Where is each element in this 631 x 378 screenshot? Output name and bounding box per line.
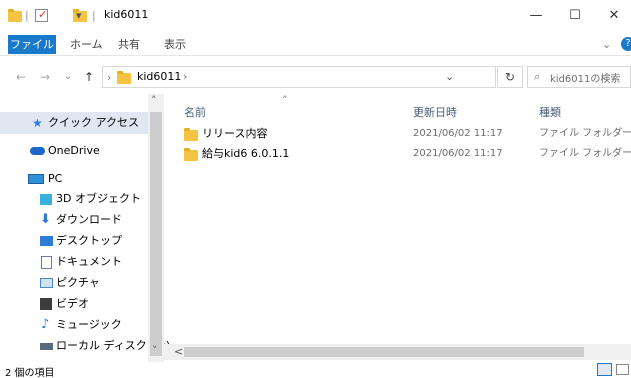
properties-icon[interactable]: ✓ (35, 8, 48, 22)
pictures-icon (40, 278, 53, 288)
download-icon: ⬇ (40, 212, 51, 227)
column-date-header[interactable]: 更新日時 (413, 104, 457, 120)
address-folder-icon (117, 71, 131, 84)
pc-icon (28, 174, 44, 184)
nav-label: OneDrive (48, 144, 100, 157)
file-type: ファイル フォルダー (539, 128, 631, 139)
hscroll-thumb[interactable] (184, 347, 584, 357)
file-list: ˄ 名前 更新日時 種類 リリース内容 2021/06/02 11:17 ファイ… (166, 94, 631, 356)
status-bar: 2 個の項目 (0, 362, 631, 378)
nav-scrollbar[interactable]: ˄ (148, 94, 164, 362)
tab-file[interactable]: ファイル (8, 35, 56, 54)
file-date: 2021/06/02 11:17 (413, 148, 503, 159)
music-icon: ♪ (41, 317, 50, 332)
scroll-up-icon[interactable]: ˄ (151, 94, 157, 107)
nav-label: ダウンロード (56, 213, 122, 226)
file-row[interactable]: リリース内容 2021/06/02 11:17 ファイル フォルダー (166, 124, 631, 144)
large-icons-view-icon[interactable] (616, 364, 629, 375)
back-button[interactable]: ← (16, 70, 26, 84)
address-sep-2[interactable]: › (183, 70, 187, 83)
details-view-icon[interactable] (597, 363, 612, 376)
file-name: 給与kid6 6.0.1.1 (202, 147, 290, 160)
file-list-hscrollbar[interactable]: ˅ < (152, 344, 631, 360)
title-bar: | ✓ ▾ | kid6011 — ☐ ✕ (0, 0, 631, 32)
column-type-header[interactable]: 種類 (539, 104, 561, 120)
address-bar[interactable]: › kid6011 › ⌄ (102, 66, 496, 88)
nav-label: ドキュメント (56, 255, 122, 268)
refresh-button[interactable]: ↻ (497, 66, 523, 88)
desktop-icon (40, 236, 53, 246)
nav-label: ビデオ (56, 297, 89, 310)
search-placeholder: kid6011の検索 (550, 74, 621, 85)
up-button[interactable]: ↑ (84, 70, 94, 84)
search-icon: ⌕ (534, 70, 541, 83)
sort-indicator-icon: ˄ (282, 94, 288, 107)
nav-item-quick-access[interactable]: ★ クイック アクセス (0, 112, 148, 134)
tab-share[interactable]: 共有 (118, 35, 140, 54)
forward-button[interactable]: → (40, 70, 50, 84)
minimize-button[interactable]: — (519, 4, 553, 28)
file-name: リリース内容 (202, 127, 268, 140)
scroll-left-icon[interactable]: < (174, 345, 183, 358)
file-row[interactable]: 給与kid6 6.0.1.1 2021/06/02 11:17 ファイル フォル… (166, 144, 631, 164)
address-history-dropdown[interactable]: ⌄ (445, 70, 454, 83)
address-sep-1: › (107, 71, 112, 84)
ribbon-expand-icon[interactable]: ⌄ (602, 35, 611, 54)
file-type: ファイル フォルダー (539, 148, 631, 159)
ribbon: ファイル ホーム 共有 表示 ⌄ ? (0, 32, 631, 56)
cube-icon (40, 194, 52, 205)
help-icon[interactable]: ? (621, 37, 631, 51)
search-input[interactable]: ⌕ kid6011の検索 (527, 66, 631, 88)
file-date: 2021/06/02 11:17 (413, 128, 503, 139)
cloud-icon (30, 147, 45, 155)
maximize-button[interactable]: ☐ (558, 4, 592, 28)
nav-scroll-thumb[interactable] (150, 112, 162, 356)
folder-icon (184, 128, 198, 141)
tab-home[interactable]: ホーム (70, 35, 103, 54)
nav-label: ミュージック (56, 318, 122, 331)
nav-label: デスクトップ (56, 234, 122, 247)
close-button[interactable]: ✕ (597, 4, 631, 28)
star-icon: ★ (32, 116, 43, 130)
address-path[interactable]: kid6011 (137, 70, 181, 83)
nav-label: クイック アクセス (48, 116, 139, 129)
video-icon (40, 298, 52, 310)
nav-label: PC (48, 172, 63, 185)
tab-view[interactable]: 表示 (164, 35, 186, 54)
recent-locations-dropdown[interactable]: ⌄ (64, 71, 72, 82)
window-title: kid6011 (104, 8, 149, 21)
item-count: 2 個の項目 (5, 368, 55, 378)
scroll-down-icon[interactable]: ˅ (152, 344, 158, 357)
drive-icon (40, 343, 53, 350)
address-row: ← → ⌄ ↑ › kid6011 › ⌄ ↻ ⌕ kid6011の検索 (0, 62, 631, 92)
folder-icon (184, 148, 198, 161)
folder-icon (8, 9, 22, 22)
navigation-pane: ★ クイック アクセス OneDrive PC 3D オブジェクト ⬇ ダウンロ… (0, 94, 170, 362)
qa-customize-icon[interactable]: ▾ (76, 9, 82, 22)
title-separator: | (92, 9, 96, 22)
qa-separator: | (25, 9, 29, 22)
nav-label: ピクチャ (56, 276, 100, 289)
nav-label: 3D オブジェクト (56, 192, 141, 205)
document-icon (41, 256, 52, 269)
column-name-header[interactable]: 名前 (184, 104, 206, 120)
